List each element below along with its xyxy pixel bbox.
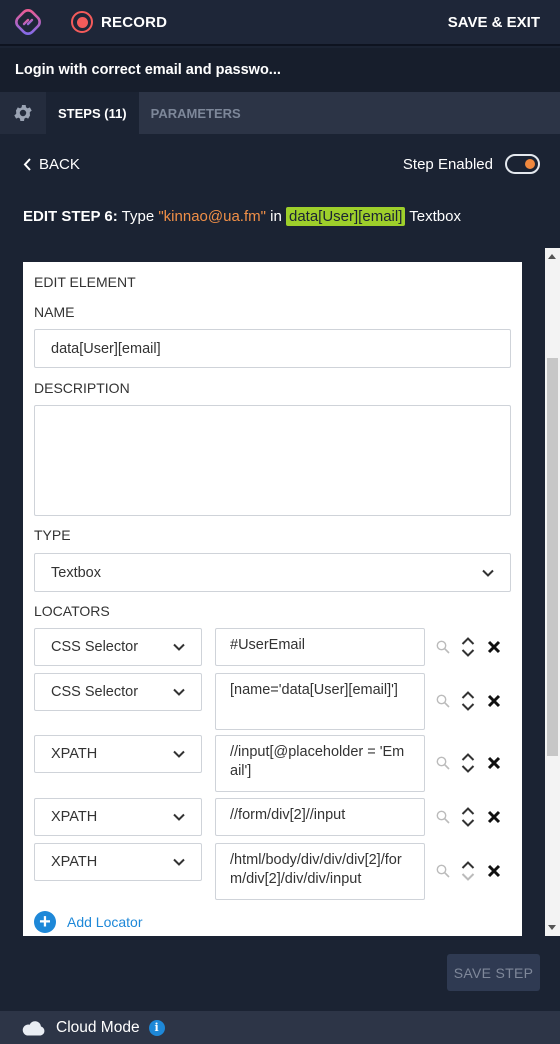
locator-type-value: XPATH: [51, 854, 98, 870]
save-and-exit-button[interactable]: SAVE & EXIT: [448, 14, 540, 31]
locator-type-select[interactable]: XPATH: [34, 843, 202, 881]
locator-type-select[interactable]: XPATH: [34, 798, 202, 836]
edit-step-prefix: EDIT STEP 6:: [23, 208, 118, 225]
step-nav-row: BACK Step Enabled: [0, 146, 560, 182]
record-label: RECORD: [101, 13, 168, 31]
edit-step-value[interactable]: "kinnao@ua.fm": [158, 208, 266, 225]
info-icon[interactable]: i: [148, 1019, 165, 1036]
test-title: Login with correct email and passwo...: [0, 48, 560, 92]
locator-value-field[interactable]: //input[@placeholder = 'Email']: [215, 735, 425, 792]
description-label: DESCRIPTION: [34, 380, 130, 396]
locator-actions: [436, 806, 501, 828]
edit-element-title: EDIT ELEMENT: [34, 274, 136, 290]
locator-type-select[interactable]: CSS Selector: [34, 628, 202, 666]
edit-element-panel: EDIT ELEMENT NAME data[User][email] DESC…: [23, 262, 522, 936]
locator-actions: [436, 860, 501, 882]
reorder-icon[interactable]: [461, 690, 475, 712]
delete-icon[interactable]: [487, 694, 501, 708]
delete-icon[interactable]: [487, 810, 501, 824]
search-icon[interactable]: [436, 694, 450, 708]
locator-value-field[interactable]: /html/body/div/div/div[2]/form/div[2]/di…: [215, 843, 425, 900]
search-icon[interactable]: [436, 810, 450, 824]
cloud-icon: [22, 1020, 45, 1035]
name-label: NAME: [34, 304, 75, 320]
reorder-icon[interactable]: [461, 636, 475, 658]
scroll-down-icon[interactable]: [548, 925, 556, 930]
delete-icon[interactable]: [487, 864, 501, 878]
gear-icon: [14, 105, 32, 121]
search-icon[interactable]: [436, 640, 450, 654]
chevron-down-icon: [173, 688, 185, 696]
locator-type-value: XPATH: [51, 746, 98, 762]
locator-type-value: CSS Selector: [51, 684, 139, 700]
locator-value-field[interactable]: //form/div[2]//input: [215, 798, 425, 836]
back-button[interactable]: BACK: [23, 156, 80, 173]
scrollbar-thumb[interactable]: [547, 358, 558, 756]
chevron-left-icon: [23, 157, 31, 171]
type-label: TYPE: [34, 527, 71, 543]
back-label: BACK: [39, 155, 80, 173]
record-button[interactable]: RECORD: [71, 11, 167, 33]
delete-icon[interactable]: [487, 756, 501, 770]
step-enabled-label: Step Enabled: [402, 155, 493, 173]
chevron-down-icon: [173, 643, 185, 651]
locator-actions: [436, 690, 501, 712]
save-step-button[interactable]: SAVE STEP: [447, 954, 540, 991]
locator-value-field[interactable]: [name='data[User][email]']: [215, 673, 425, 730]
search-icon[interactable]: [436, 864, 450, 878]
add-locator-label: Add Locator: [67, 914, 143, 930]
settings-tab[interactable]: [0, 92, 46, 134]
locator-type-select[interactable]: CSS Selector: [34, 673, 202, 711]
locator-type-value: XPATH: [51, 809, 98, 825]
scroll-up-icon[interactable]: [548, 254, 556, 259]
app-logo-icon: [15, 9, 41, 35]
tab-parameters[interactable]: PARAMETERS: [139, 92, 253, 134]
panel-scrollbar[interactable]: [545, 248, 560, 936]
step-enabled-control: Step Enabled: [403, 154, 540, 174]
locator-type-value: CSS Selector: [51, 639, 139, 655]
locator-value-field[interactable]: #UserEmail: [215, 628, 425, 666]
edit-step-heading: EDIT STEP 6: Type "kinnao@ua.fm" in data…: [23, 207, 461, 226]
reorder-icon[interactable]: [461, 752, 475, 774]
description-field[interactable]: [34, 405, 511, 516]
footer-bar: Cloud Mode i: [0, 1011, 560, 1044]
locator-type-select[interactable]: XPATH: [34, 735, 202, 773]
reorder-icon[interactable]: [461, 860, 475, 882]
step-enabled-toggle[interactable]: [505, 154, 540, 174]
locator-actions: [436, 752, 501, 774]
locator-actions: [436, 636, 501, 658]
chevron-down-icon: [173, 813, 185, 821]
top-bar: RECORD SAVE & EXIT: [0, 0, 560, 46]
edit-step-element[interactable]: data[User][email]: [285, 207, 406, 226]
chevron-down-icon: [173, 750, 185, 758]
chevron-down-icon: [173, 858, 185, 866]
edit-step-element-type: Textbox: [409, 208, 461, 225]
edit-step-action: Type: [121, 208, 155, 225]
cloud-mode-label: Cloud Mode: [56, 1018, 140, 1036]
name-field[interactable]: data[User][email]: [34, 329, 511, 368]
locators-label: LOCATORS: [34, 603, 110, 619]
edit-step-in: in: [270, 208, 282, 225]
add-locator-button[interactable]: + Add Locator: [34, 911, 143, 933]
tab-steps[interactable]: STEPS (11): [46, 92, 139, 134]
tab-bar: STEPS (11) PARAMETERS: [0, 92, 560, 134]
delete-icon[interactable]: [487, 640, 501, 654]
type-select-value: Textbox: [51, 564, 101, 581]
reorder-icon[interactable]: [461, 806, 475, 828]
record-icon: [71, 11, 93, 33]
search-icon[interactable]: [436, 756, 450, 770]
plus-icon: +: [34, 911, 56, 933]
type-select[interactable]: Textbox: [34, 553, 511, 592]
chevron-down-icon: [482, 569, 494, 577]
